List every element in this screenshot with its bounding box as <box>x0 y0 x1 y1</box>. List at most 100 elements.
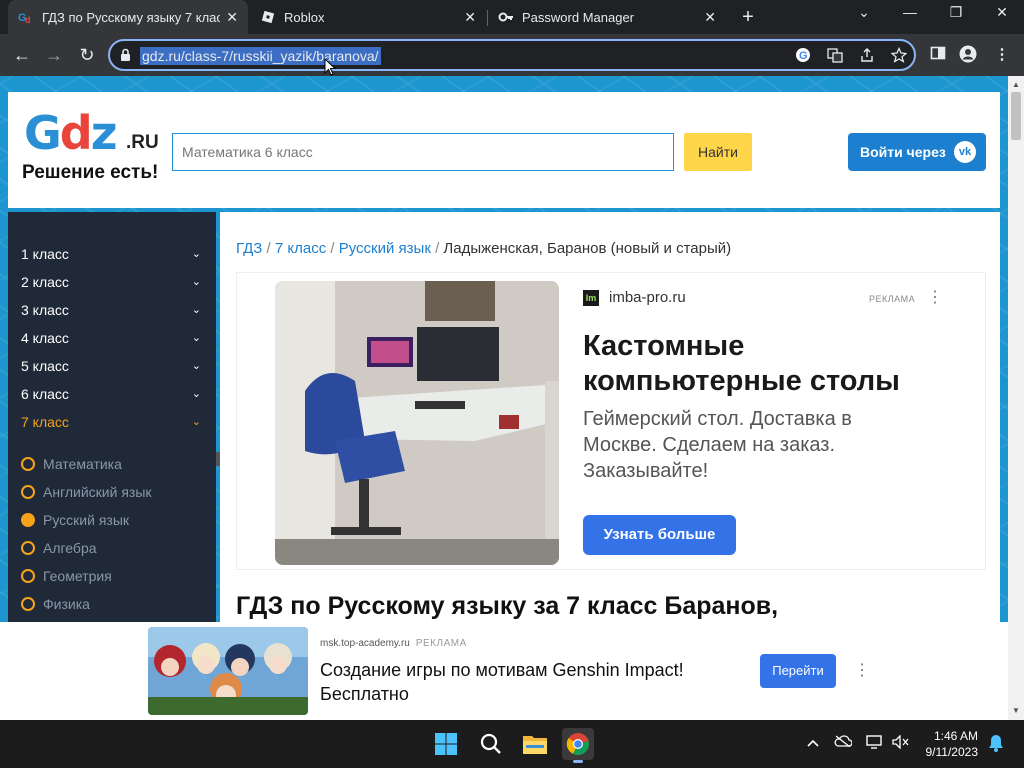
breadcrumb-link-gdz[interactable]: ГДЗ <box>236 240 262 257</box>
sidebar-subject-english[interactable]: Английский язык <box>21 482 152 502</box>
chrome-taskbar-button[interactable] <box>562 728 594 763</box>
tab-close-icon[interactable]: ✕ <box>226 9 238 26</box>
radio-dot-icon <box>21 541 35 555</box>
bottom-ad-go-button[interactable]: Перейти <box>760 654 836 688</box>
back-button[interactable]: ← <box>10 43 34 67</box>
chevron-down-icon: ⌄ <box>191 276 201 288</box>
onedrive-cloud-icon[interactable] <box>834 735 853 750</box>
search-input[interactable]: Математика 6 класс <box>172 133 674 171</box>
bookmark-star-icon[interactable] <box>890 46 908 65</box>
file-explorer-button[interactable] <box>519 728 551 760</box>
ad-description: Геймерский стол. Доставка в Москве. Сдел… <box>583 408 852 482</box>
browser-menu-icon[interactable]: ⋮ <box>992 45 1012 63</box>
tab-title: Roblox <box>284 9 325 25</box>
logo-tagline: Решение есть! <box>22 162 159 183</box>
clock-time: 1:46 AM <box>933 729 978 743</box>
taskbar-search-button[interactable] <box>475 728 507 760</box>
sidebar-subject-physics[interactable]: Физика <box>21 594 90 614</box>
share-icon[interactable] <box>858 47 876 65</box>
forward-button[interactable]: → <box>42 43 66 67</box>
sidebar-item-class-1[interactable]: 1 класс ⌄ <box>21 244 201 264</box>
logo-domain: .RU <box>126 132 159 153</box>
sidebar-subject-russian[interactable]: Русский язык <box>21 510 129 530</box>
tab-search-dropdown[interactable]: ⌄ <box>854 4 874 21</box>
system-clock[interactable]: 1:46 AM 9/11/2023 <box>898 728 979 760</box>
ad-genshin-image[interactable] <box>148 627 308 715</box>
ad-site-domain: imba-pro.ru <box>609 289 686 306</box>
tab-close-icon[interactable]: ✕ <box>464 9 476 26</box>
tab-strip: Gd ГДЗ по Русскому языку 7 класс Л ✕ Rob… <box>0 0 1024 34</box>
side-panel-icon[interactable] <box>928 45 948 65</box>
site-logo[interactable]: Gdz .RU Решение есть! <box>22 106 172 196</box>
radio-dot-icon <box>21 513 35 527</box>
sidebar-item-class-6[interactable]: 6 класс ⌄ <box>21 384 201 404</box>
breadcrumb-link-subject[interactable]: Русский язык <box>339 240 431 257</box>
tab-gdz[interactable]: Gd ГДЗ по Русскому языку 7 класс Л ✕ <box>8 0 248 34</box>
ad-title[interactable]: Кастомные компьютерные столы <box>583 329 963 399</box>
svg-text:d: d <box>25 15 31 25</box>
sidebar-subject-geometry[interactable]: Геометрия <box>21 566 112 586</box>
restore-button[interactable]: ❐ <box>946 4 966 21</box>
gdz-favicon: Gd <box>18 9 34 25</box>
new-tab-button[interactable]: + <box>738 6 758 29</box>
radio-dot-icon <box>21 569 35 583</box>
windows-start-button[interactable] <box>430 728 462 760</box>
reload-button[interactable]: ↻ <box>75 43 99 67</box>
sidebar-item-class-4[interactable]: 4 класс ⌄ <box>21 328 201 348</box>
ad-banner[interactable]: Im imba-pro.ru РЕКЛАМА ⋮ Кастомные компь… <box>236 272 986 570</box>
vk-login-button[interactable]: Войти через vk <box>848 133 986 171</box>
svg-text:G: G <box>799 50 808 62</box>
tray-overflow-chevron-icon[interactable] <box>804 735 822 750</box>
bottom-ad-site[interactable]: msk.top-academy.ru РЕКЛАМА <box>320 638 467 649</box>
bottom-ad-title[interactable]: Создание игры по мотивам Genshin Impact!… <box>320 658 740 706</box>
chevron-down-icon: ⌄ <box>191 360 201 372</box>
radio-dot-icon <box>21 597 35 611</box>
sidebar-item-class-2[interactable]: 2 класс ⌄ <box>21 272 201 292</box>
active-app-indicator <box>573 760 583 763</box>
google-lens-icon[interactable]: G <box>794 47 812 65</box>
sidebar-subject-math[interactable]: Математика <box>21 454 122 474</box>
translate-icon[interactable] <box>826 47 844 65</box>
sidebar-subject-algebra[interactable]: Алгебра <box>21 538 97 558</box>
clock-date: 9/11/2023 <box>925 745 979 759</box>
tab-close-icon[interactable]: ✕ <box>704 9 716 26</box>
display-network-icon[interactable] <box>866 735 884 752</box>
vk-login-label: Войти через <box>860 144 946 160</box>
sidebar-item-class-7[interactable]: 7 класс ⌄ <box>21 412 201 432</box>
ad-more-icon[interactable]: ⋮ <box>927 287 943 307</box>
chevron-down-icon: ⌄ <box>191 304 201 316</box>
sidebar-item-class-3[interactable]: 3 класс ⌄ <box>21 300 201 320</box>
sidebar-item-class-5[interactable]: 5 класс ⌄ <box>21 356 201 376</box>
scrollbar-thumb[interactable] <box>1011 92 1021 140</box>
tab-roblox[interactable]: Roblox ✕ <box>250 0 486 34</box>
ad-site[interactable]: Im imba-pro.ru <box>583 289 686 306</box>
scroll-down-icon[interactable]: ▼ <box>1012 706 1020 715</box>
bottom-ad-banner[interactable]: msk.top-academy.ru РЕКЛАМА Создание игры … <box>0 622 1008 720</box>
bottom-ad-domain: msk.top-academy.ru <box>320 638 410 649</box>
windows-taskbar: 1:46 AM 9/11/2023 <box>0 720 1024 768</box>
chevron-down-icon: ⌄ <box>191 248 201 260</box>
tab-password-manager[interactable]: Password Manager ✕ <box>488 0 726 34</box>
bottom-ad-label: РЕКЛАМА <box>415 638 467 649</box>
address-bar[interactable]: gdz.ru/class-7/russkii_yazik/baranova/ G <box>108 39 916 71</box>
lock-icon[interactable] <box>120 48 131 67</box>
chevron-down-icon: ⌄ <box>191 332 201 344</box>
ad-desk-photo[interactable] <box>275 281 559 565</box>
ad-learn-more-button[interactable]: Узнать больше <box>583 515 736 555</box>
search-button[interactable]: Найти <box>684 133 752 171</box>
browser-toolbar: ← → ↻ gdz.ru/class-7/russkii_yazik/baran… <box>0 34 1024 76</box>
profile-avatar-icon[interactable] <box>958 45 978 67</box>
radio-dot-icon <box>21 457 35 471</box>
notification-bell-icon[interactable] <box>988 734 1004 757</box>
key-icon <box>498 9 514 25</box>
breadcrumb-link-class[interactable]: 7 класс <box>275 240 326 257</box>
window-close-button[interactable]: ✕ <box>992 4 1012 21</box>
url-text[interactable]: gdz.ru/class-7/russkii_yazik/baranova/ <box>140 47 381 65</box>
minimize-button[interactable]: — <box>900 4 920 20</box>
logo-wordmark: Gdz <box>24 106 117 160</box>
page-scrollbar[interactable]: ▲ ▼ <box>1008 76 1024 720</box>
vk-icon: vk <box>954 141 976 163</box>
bottom-ad-more-icon[interactable]: ⋮ <box>854 660 870 680</box>
breadcrumb-current: Ладыженская, Баранов (новый и старый) <box>443 240 732 257</box>
scroll-up-icon[interactable]: ▲ <box>1012 80 1020 89</box>
